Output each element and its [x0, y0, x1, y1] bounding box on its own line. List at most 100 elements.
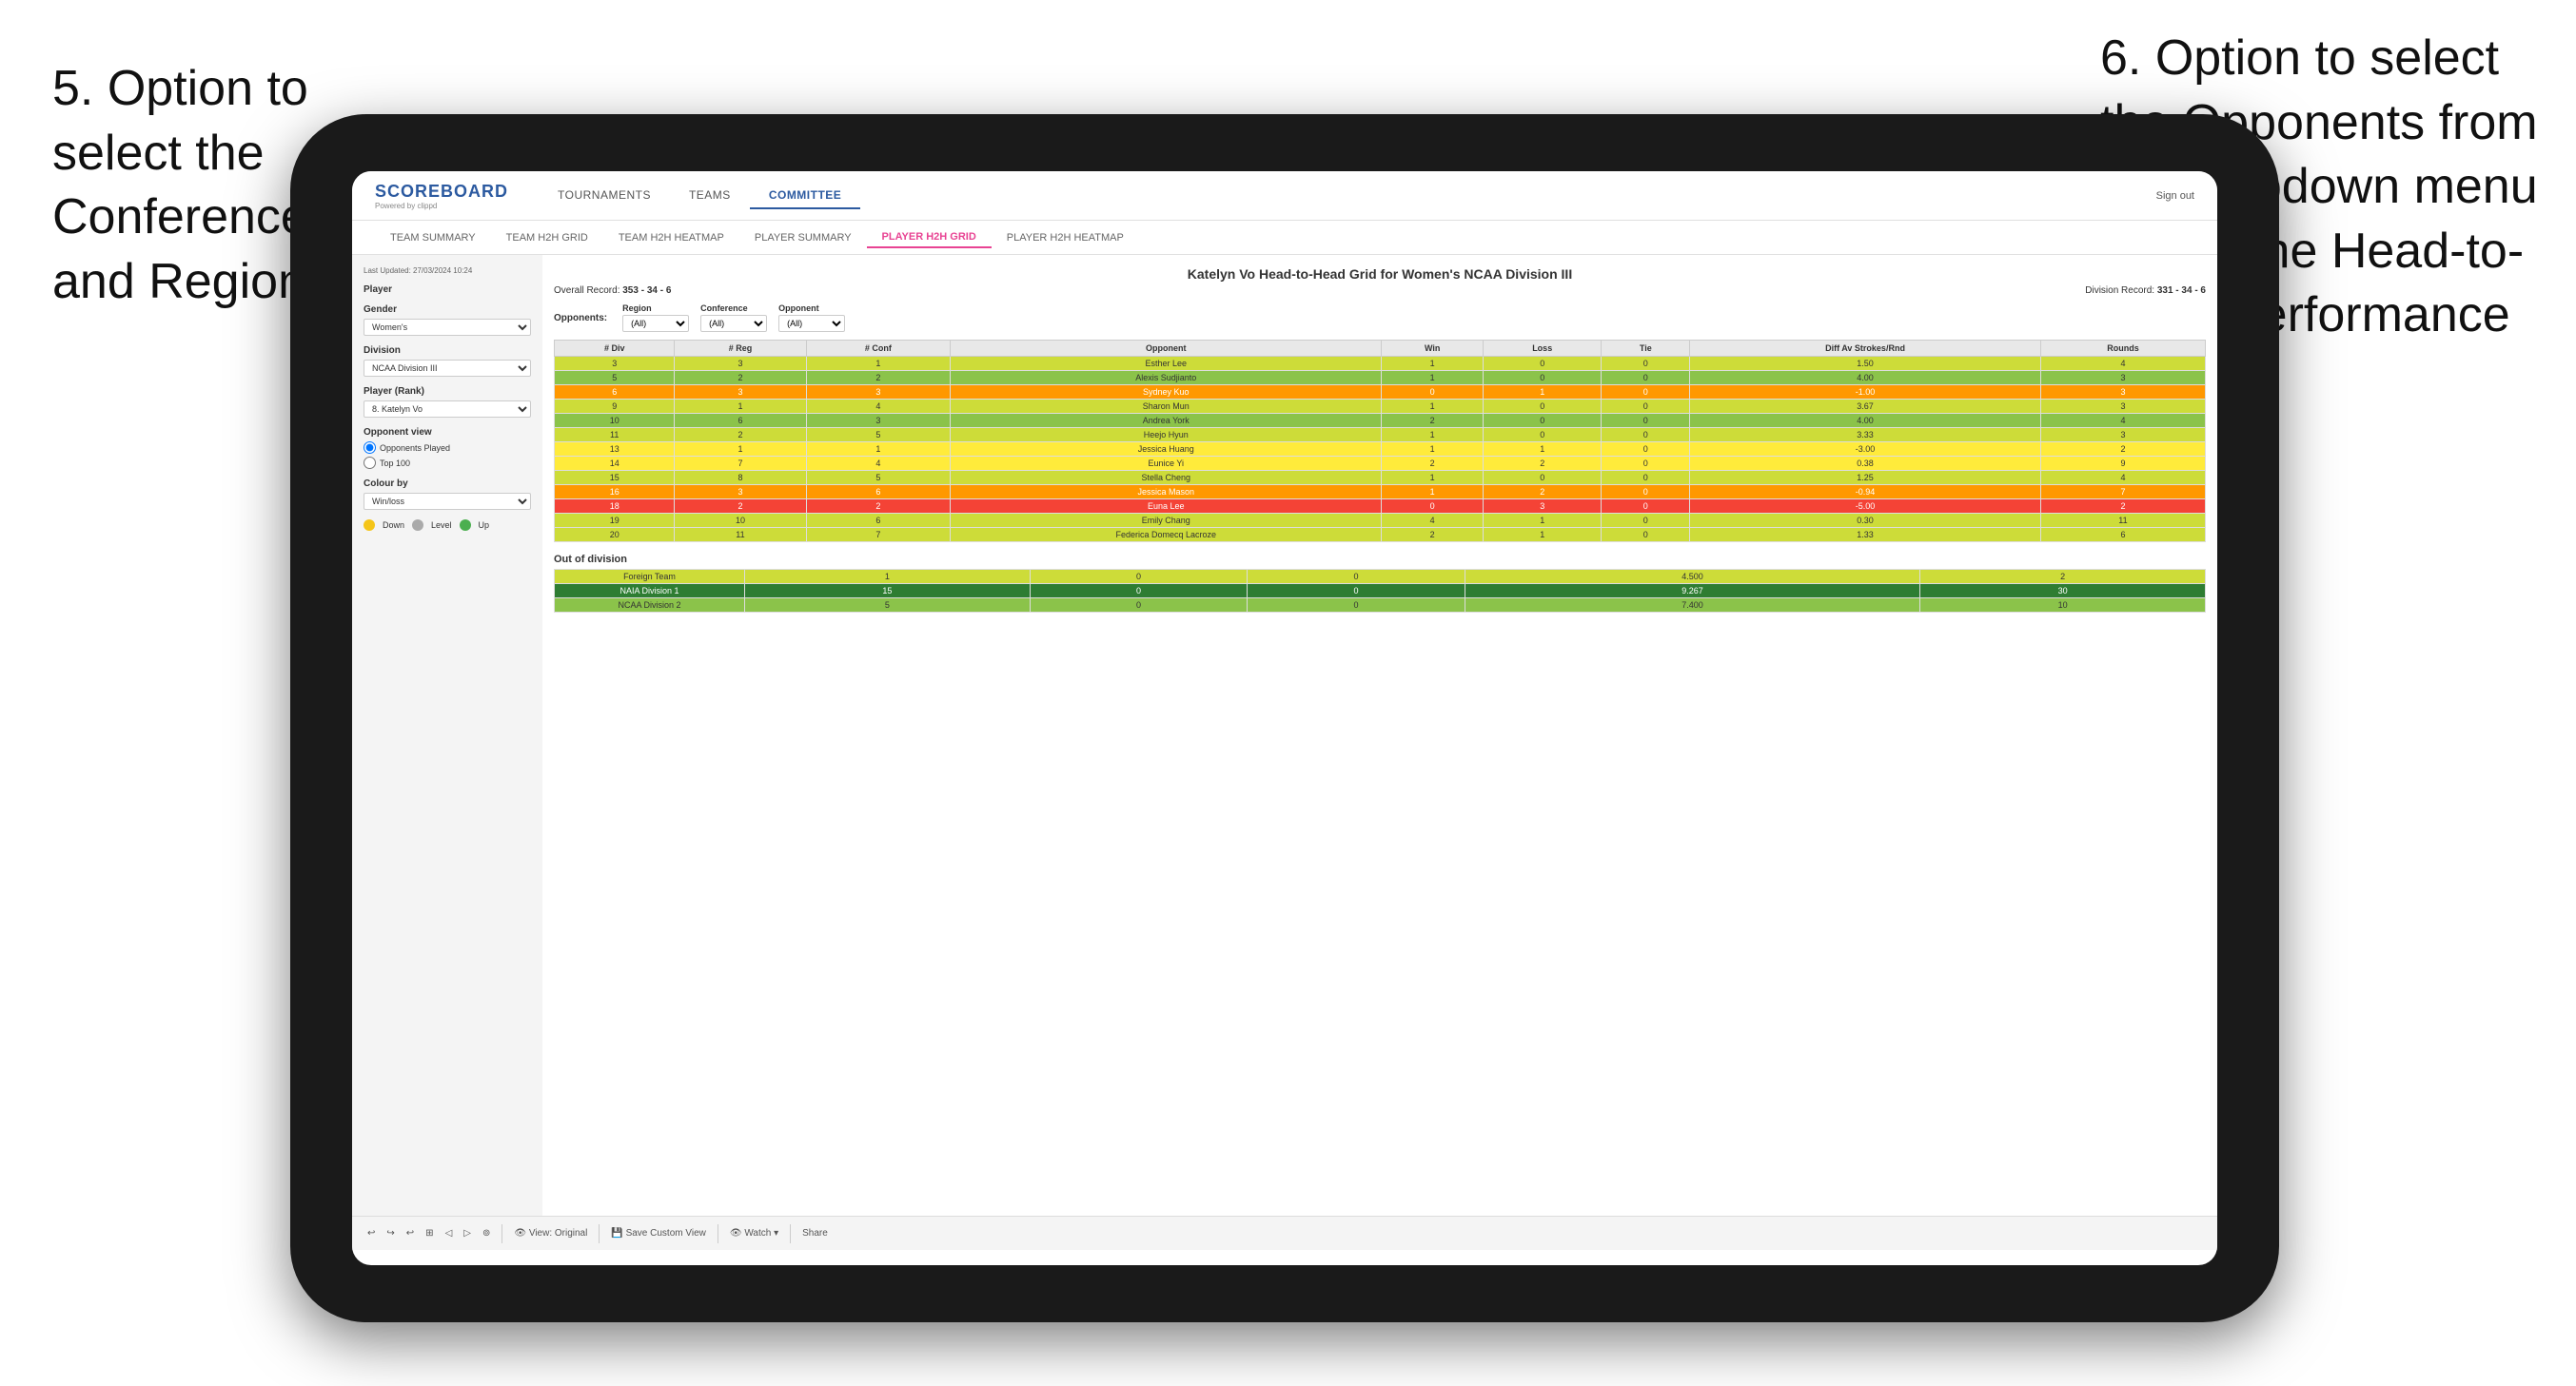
td-div: 15 — [555, 471, 675, 485]
td-opponent: Eunice Yi — [951, 457, 1382, 471]
toolbar-redo[interactable]: ↪ — [386, 1228, 394, 1239]
toolbar-grid[interactable]: ⊞ — [425, 1228, 433, 1239]
bottom-toolbar: ↩ ↪ ↩ ⊞ ◁ ▷ ⊚ 👁 View: Original 💾 Save Cu… — [352, 1216, 2217, 1250]
toolbar-view-original[interactable]: 👁 View: Original — [514, 1228, 587, 1239]
report-title: Katelyn Vo Head-to-Head Grid for Women's… — [554, 266, 2206, 282]
toolbar-refresh[interactable]: ⊚ — [482, 1228, 490, 1239]
td-rounds: 4 — [2040, 357, 2205, 371]
sidebar-gender-select[interactable]: Women's — [364, 319, 531, 336]
toolbar-watch[interactable]: 👁 Watch ▾ — [730, 1228, 778, 1239]
filter-select-opponent[interactable]: (All) — [778, 315, 845, 332]
tab-team-h2h-heatmap[interactable]: TEAM H2H HEATMAP — [603, 228, 739, 247]
sidebar-division-select[interactable]: NCAA Division III — [364, 360, 531, 377]
out-of-division-title: Out of division — [554, 554, 2206, 565]
td-tie: 0 — [1602, 357, 1690, 371]
sidebar-player-label: Player — [364, 284, 531, 295]
td-reg: 2 — [675, 499, 806, 514]
td-conf: 3 — [806, 414, 951, 428]
td-opponent: Jessica Mason — [951, 485, 1382, 499]
td-loss: 0 — [1483, 414, 1601, 428]
tab-player-summary[interactable]: PLAYER SUMMARY — [739, 228, 867, 247]
toolbar-divider-2 — [599, 1224, 600, 1243]
nav-tab-tournaments[interactable]: TOURNAMENTS — [539, 183, 670, 209]
td-win: 0 — [1382, 499, 1484, 514]
td-win: 1 — [1382, 485, 1484, 499]
sidebar-colour-label: Colour by — [364, 478, 531, 489]
th-reg: # Reg — [675, 341, 806, 357]
td-div: 6 — [555, 385, 675, 400]
td-tie: 0 — [1602, 514, 1690, 528]
tab-team-summary[interactable]: TEAM SUMMARY — [375, 228, 491, 247]
td-win: 1 — [1382, 442, 1484, 457]
td-reg: 3 — [675, 485, 806, 499]
td-reg: 3 — [675, 385, 806, 400]
td-diff: -5.00 — [1690, 499, 2041, 514]
division-record-value: 331 - 34 - 6 — [2157, 285, 2206, 296]
td-conf: 2 — [806, 371, 951, 385]
toolbar-next[interactable]: ▷ — [463, 1228, 471, 1239]
td-div: 10 — [555, 414, 675, 428]
td-win: 1 — [1382, 471, 1484, 485]
td-tie: 0 — [1602, 442, 1690, 457]
radio-top100[interactable]: Top 100 — [364, 457, 531, 469]
sidebar-colour-select[interactable]: Win/loss — [364, 493, 531, 510]
nav-tab-teams[interactable]: TEAMS — [670, 183, 750, 209]
legend-dot-level — [412, 519, 423, 531]
td-rounds: 6 — [2040, 528, 2205, 542]
sidebar-gender-label: Gender — [364, 304, 531, 315]
toolbar-undo[interactable]: ↩ — [367, 1228, 375, 1239]
td-opponent: Andrea York — [951, 414, 1382, 428]
filter-select-region[interactable]: (All) — [622, 315, 689, 332]
toolbar-undo2[interactable]: ↩ — [406, 1228, 414, 1239]
td-opponent: Jessica Huang — [951, 442, 1382, 457]
sign-out-link[interactable]: Sign out — [2156, 190, 2194, 202]
td-div: 16 — [555, 485, 675, 499]
td-diff: -0.94 — [1690, 485, 2041, 499]
overall-record-label: Overall Record: — [554, 285, 619, 296]
td-opponent: Alexis Sudjianto — [951, 371, 1382, 385]
td-rounds: 3 — [2040, 428, 2205, 442]
tab-player-h2h-grid[interactable]: PLAYER H2H GRID — [867, 227, 992, 248]
header-right: Sign out — [2156, 190, 2194, 202]
td-rounds: 4 — [2040, 471, 2205, 485]
ood-td-rounds: 30 — [1920, 584, 2206, 598]
td-diff: 0.30 — [1690, 514, 2041, 528]
toolbar-prev[interactable]: ◁ — [445, 1228, 453, 1239]
table-row: 5 2 2 Alexis Sudjianto 1 0 0 4.00 3 — [555, 371, 2206, 385]
sidebar-player-rank-select[interactable]: 8. Katelyn Vo — [364, 400, 531, 418]
tab-player-h2h-heatmap[interactable]: PLAYER H2H HEATMAP — [992, 228, 1139, 247]
td-rounds: 3 — [2040, 371, 2205, 385]
ood-td-loss: 0 — [1030, 598, 1247, 613]
td-conf: 5 — [806, 471, 951, 485]
ood-td-win: 5 — [745, 598, 1031, 613]
radio-opponents-played[interactable]: Opponents Played — [364, 441, 531, 454]
ood-td-win: 1 — [745, 570, 1031, 584]
toolbar-share[interactable]: Share — [802, 1228, 828, 1239]
td-div: 18 — [555, 499, 675, 514]
td-diff: -1.00 — [1690, 385, 2041, 400]
td-conf: 6 — [806, 485, 951, 499]
ood-td-loss: 0 — [1030, 584, 1247, 598]
td-conf: 7 — [806, 528, 951, 542]
nav-tab-committee[interactable]: COMMITTEE — [750, 183, 861, 209]
logo-sub: Powered by clippd — [375, 202, 508, 210]
filter-label-region: Region — [622, 303, 689, 313]
td-div: 19 — [555, 514, 675, 528]
ood-table-row: NAIA Division 1 15 0 0 9.267 30 — [555, 584, 2206, 598]
td-div: 20 — [555, 528, 675, 542]
table-row: 11 2 5 Heejo Hyun 1 0 0 3.33 3 — [555, 428, 2206, 442]
th-opponent: Opponent — [951, 341, 1382, 357]
filter-group-conference: Conference (All) — [700, 303, 767, 332]
ood-table-row: Foreign Team 1 0 0 4.500 2 — [555, 570, 2206, 584]
toolbar-save-custom[interactable]: 💾 Save Custom View — [611, 1228, 706, 1239]
td-div: 5 — [555, 371, 675, 385]
td-tie: 0 — [1602, 428, 1690, 442]
tab-team-h2h-grid[interactable]: TEAM H2H GRID — [491, 228, 603, 247]
td-diff: 4.00 — [1690, 371, 2041, 385]
td-div: 13 — [555, 442, 675, 457]
td-diff: 3.67 — [1690, 400, 2041, 414]
td-rounds: 7 — [2040, 485, 2205, 499]
table-row: 19 10 6 Emily Chang 4 1 0 0.30 11 — [555, 514, 2206, 528]
ood-table-row: NCAA Division 2 5 0 0 7.400 10 — [555, 598, 2206, 613]
filter-select-conference[interactable]: (All) — [700, 315, 767, 332]
